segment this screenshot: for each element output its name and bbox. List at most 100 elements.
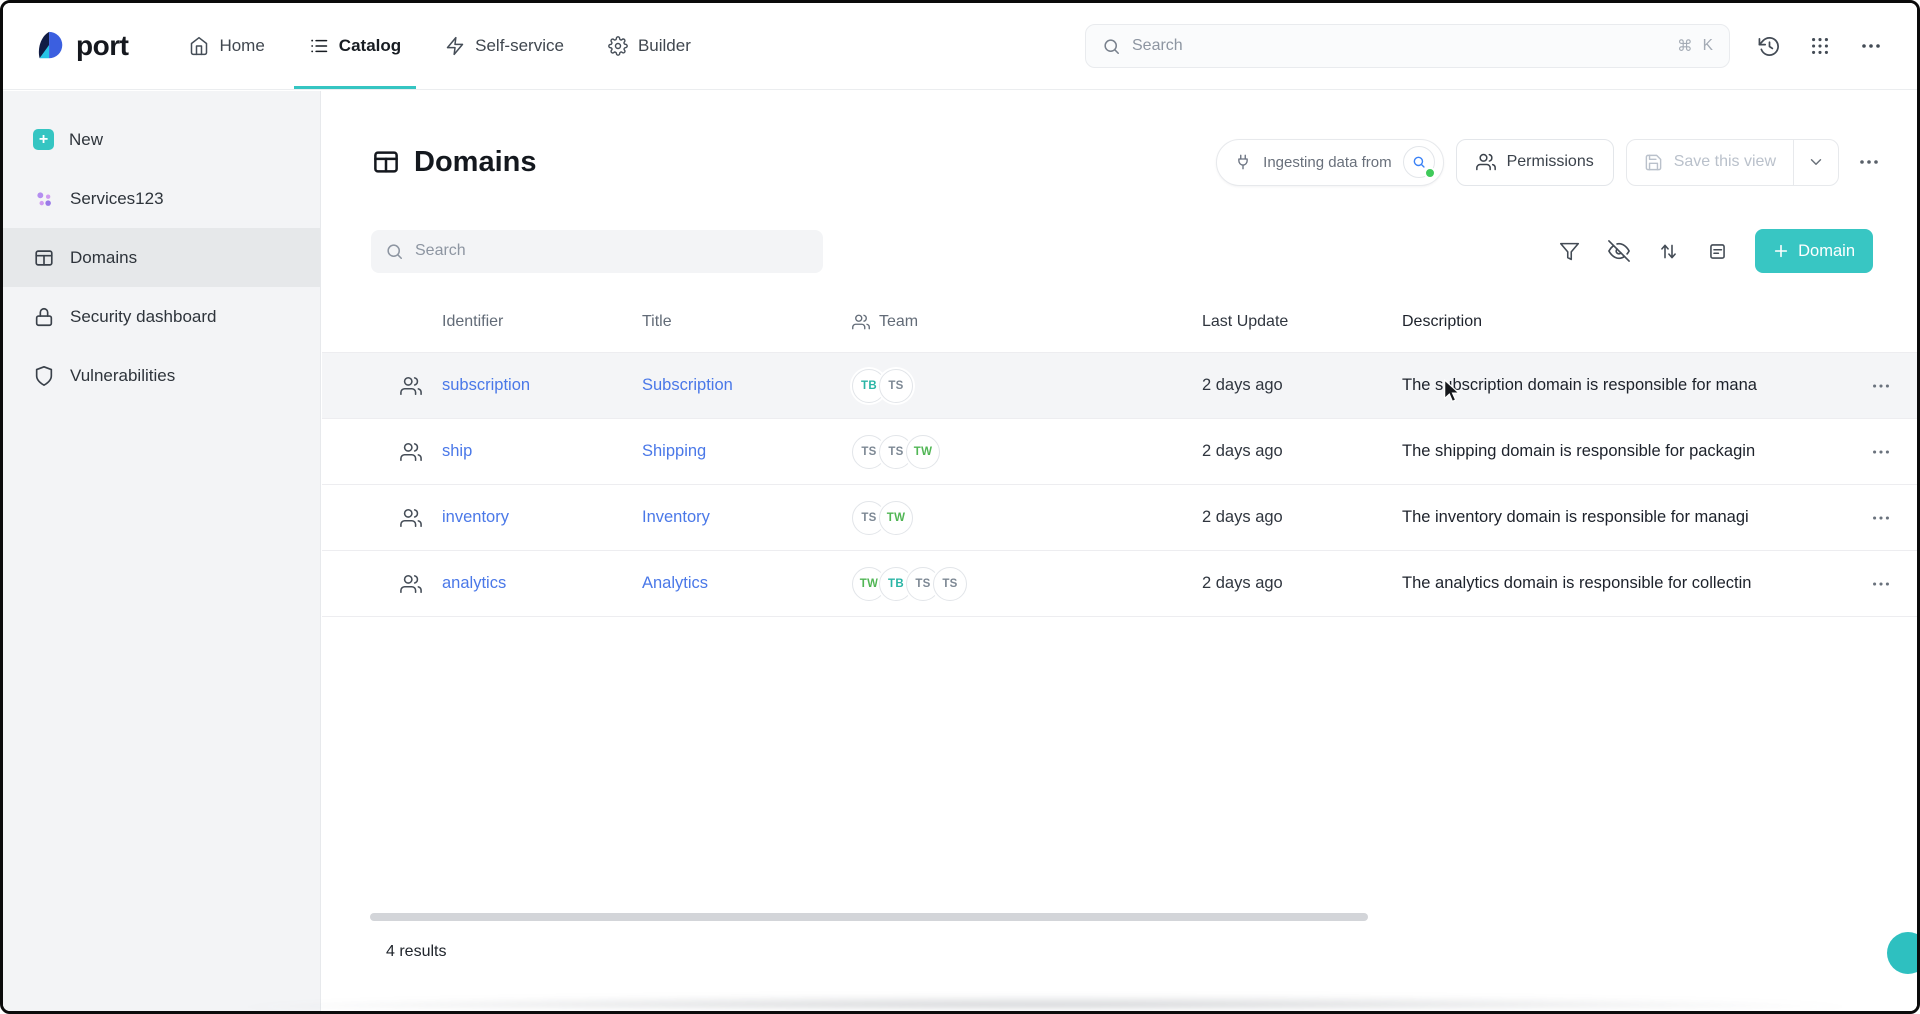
ingesting-data-label: Ingesting data from (1263, 154, 1391, 171)
last-update-cell: 2 days ago (1202, 442, 1402, 461)
sidebar-item-label: New (69, 130, 103, 150)
nav-label: Builder (638, 36, 691, 56)
team-avatar[interactable]: TW (879, 501, 913, 535)
title-link[interactable]: Analytics (642, 574, 708, 592)
title-link[interactable]: Shipping (642, 442, 706, 460)
description-cell: The subscription domain is responsible f… (1402, 376, 1845, 395)
nav-item-home[interactable]: Home (174, 3, 279, 89)
blueprint-users-icon (400, 375, 442, 397)
results-count: 4 results (386, 943, 446, 961)
table-icon (33, 247, 55, 269)
page-more-icon[interactable] (1851, 150, 1887, 174)
column-header-title[interactable]: Title (642, 313, 852, 331)
home-icon (189, 36, 209, 56)
apps-grid-icon[interactable] (1809, 35, 1831, 57)
port-logo-icon (33, 29, 67, 63)
horizontal-scrollbar[interactable] (370, 913, 1368, 921)
team-avatar[interactable]: TW (906, 435, 940, 469)
filter-icon[interactable] (1559, 241, 1580, 262)
column-header-team-label: Team (879, 313, 918, 331)
table-toolbar-icons (1559, 240, 1728, 262)
team-avatars: TSTW (852, 501, 1202, 535)
status-dot (1424, 167, 1436, 179)
team-icon (852, 313, 870, 331)
services-icon (33, 188, 55, 210)
description-cell: The shipping domain is responsible for p… (1402, 442, 1845, 461)
lock-icon (33, 306, 55, 328)
cmd-key: ⌘ (1677, 37, 1693, 56)
column-header-team[interactable]: Team (852, 313, 1202, 331)
search-icon (385, 242, 404, 261)
search-icon (1102, 37, 1121, 56)
plus-icon (1773, 243, 1789, 259)
permissions-button[interactable]: Permissions (1456, 139, 1614, 186)
nav-label: Self-service (475, 36, 564, 56)
global-search-input[interactable] (1132, 37, 1666, 55)
group-by-icon[interactable] (1707, 241, 1728, 262)
identifier-link[interactable]: analytics (442, 574, 506, 592)
history-icon[interactable] (1758, 35, 1781, 58)
row-more-icon[interactable] (1845, 375, 1917, 397)
table-row[interactable]: inventory Inventory TSTW 2 days ago The … (322, 485, 1917, 551)
blueprint-users-icon (400, 441, 442, 463)
identifier-link[interactable]: ship (442, 442, 472, 460)
domains-table: Identifier Title Team Last Update Descri… (322, 291, 1917, 617)
identifier-link[interactable]: inventory (442, 508, 509, 526)
save-view-button[interactable]: Save this view (1627, 140, 1793, 185)
nav-label: Catalog (339, 36, 401, 56)
row-more-icon[interactable] (1845, 441, 1917, 463)
column-header-last-update[interactable]: Last Update (1202, 313, 1402, 331)
table-header: Identifier Title Team Last Update Descri… (322, 291, 1917, 353)
plus-square-icon: + (33, 129, 54, 150)
eye-off-icon[interactable] (1608, 240, 1630, 262)
table-row[interactable]: ship Shipping TSTSTW 2 days ago The ship… (322, 419, 1917, 485)
blueprint-users-icon (400, 507, 442, 529)
top-navbar: port Home Catalog Self-service (3, 3, 1917, 90)
team-avatars: TSTSTW (852, 435, 1202, 469)
port-logo[interactable]: port (33, 29, 128, 63)
team-avatar[interactable]: TS (879, 369, 913, 403)
page-title: Domains (371, 146, 536, 179)
column-header-description[interactable]: Description (1402, 313, 1845, 331)
sidebar-item-label: Vulnerabilities (70, 366, 175, 386)
global-search[interactable]: ⌘ K (1085, 24, 1730, 68)
table-row[interactable]: subscription Subscription TBTS 2 days ag… (322, 353, 1917, 419)
row-more-icon[interactable] (1845, 507, 1917, 529)
title-link[interactable]: Inventory (642, 508, 710, 526)
title-link[interactable]: Subscription (642, 376, 733, 394)
row-more-icon[interactable] (1845, 573, 1917, 595)
identifier-link[interactable]: subscription (442, 376, 530, 394)
save-view-split-button: Save this view (1626, 139, 1839, 186)
page-actions: Ingesting data from Permissions (1216, 139, 1887, 186)
column-header-identifier[interactable]: Identifier (442, 313, 642, 331)
sidebar-item-security-dashboard[interactable]: Security dashboard (3, 287, 320, 346)
main-nav: Home Catalog Self-service Builder (174, 3, 705, 89)
sidebar-item-services123[interactable]: Services123 (3, 169, 320, 228)
team-avatars: TWTBTSTS (852, 567, 1202, 601)
save-view-dropdown[interactable] (1793, 140, 1838, 185)
nav-item-self-service[interactable]: Self-service (430, 3, 579, 89)
ingesting-data-button[interactable]: Ingesting data from (1216, 139, 1443, 186)
add-domain-button[interactable]: Domain (1755, 229, 1873, 273)
sidebar-item-domains[interactable]: Domains (3, 228, 320, 287)
sidebar: + New Services123 Domains Security dashb… (3, 91, 321, 1011)
more-menu-icon[interactable] (1859, 34, 1883, 58)
team-avatar[interactable]: TS (933, 567, 967, 601)
catalog-icon (309, 36, 329, 56)
shield-icon (33, 365, 55, 387)
table-search-input[interactable] (415, 242, 809, 260)
port-logo-text: port (76, 30, 128, 62)
sidebar-item-label: Security dashboard (70, 307, 216, 327)
plug-icon (1234, 153, 1252, 171)
keyboard-shortcut: ⌘ K (1677, 37, 1713, 56)
sidebar-item-vulnerabilities[interactable]: Vulnerabilities (3, 346, 320, 405)
last-update-cell: 2 days ago (1202, 574, 1402, 593)
save-view-label: Save this view (1674, 153, 1776, 171)
app-window: port Home Catalog Self-service (0, 0, 1920, 1014)
table-row[interactable]: analytics Analytics TWTBTSTS 2 days ago … (322, 551, 1917, 617)
nav-item-catalog[interactable]: Catalog (294, 3, 416, 89)
sort-icon[interactable] (1658, 241, 1679, 262)
table-search[interactable] (371, 230, 823, 273)
nav-item-builder[interactable]: Builder (593, 3, 706, 89)
sidebar-item-new[interactable]: + New (3, 110, 320, 169)
